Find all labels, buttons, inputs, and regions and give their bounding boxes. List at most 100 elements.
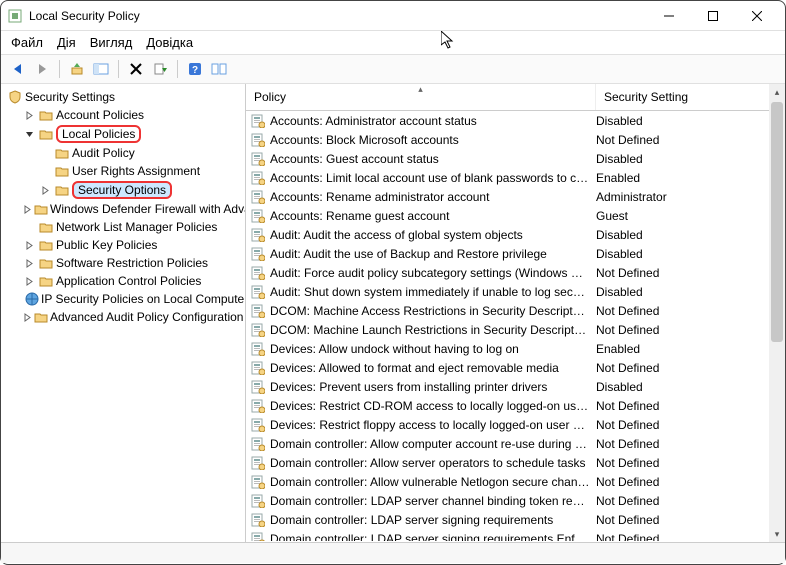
menu-view[interactable]: Вигляд [90,35,133,50]
policy-row[interactable]: Accounts: Limit local account use of bla… [246,168,785,187]
show-tree-button[interactable] [90,58,112,80]
chevron-right-icon[interactable] [23,239,36,252]
tree-label: Application Control Policies [56,274,201,288]
policy-icon [250,512,266,528]
vertical-scrollbar[interactable]: ▴ ▾ [769,84,785,542]
tree-item-account-policies[interactable]: Account Policies [21,106,245,124]
delete-button[interactable] [125,58,147,80]
policy-icon [250,436,266,452]
chevron-right-icon[interactable] [39,184,52,197]
chevron-right-icon[interactable] [23,109,36,122]
policy-icon [250,341,266,357]
properties-button[interactable] [208,58,230,80]
maximize-button[interactable] [691,1,735,31]
policy-row[interactable]: Devices: Restrict CD-ROM access to local… [246,396,785,415]
chevron-right-icon[interactable] [23,275,36,288]
back-button[interactable] [7,58,29,80]
tree-item-network-list-manager-policies[interactable]: Network List Manager Policies [21,218,245,236]
help-button[interactable]: ? [184,58,206,80]
tree-label: Public Key Policies [56,238,157,252]
close-button[interactable] [735,1,779,31]
policy-row[interactable]: Domain controller: LDAP server signing r… [246,529,785,541]
tree-item-application-control-policies[interactable]: Application Control Policies [21,272,245,290]
policy-icon [250,170,266,186]
policy-row[interactable]: Devices: Prevent users from installing p… [246,377,785,396]
policy-name: Audit: Shut down system immediately if u… [270,285,596,299]
scroll-down-button[interactable]: ▾ [769,526,785,542]
policy-icon [250,113,266,129]
scroll-up-button[interactable]: ▴ [769,84,785,100]
policy-row[interactable]: Domain controller: LDAP server signing r… [246,510,785,529]
policy-setting: Disabled [596,285,781,299]
policy-setting: Not Defined [596,361,781,375]
policy-row[interactable]: DCOM: Machine Access Restrictions in Sec… [246,301,785,320]
chevron-down-icon[interactable] [23,128,36,141]
minimize-button[interactable] [647,1,691,31]
policy-row[interactable]: Domain controller: Allow server operator… [246,453,785,472]
policy-setting: Not Defined [596,418,781,432]
tree-item-user-rights-assignment[interactable]: User Rights Assignment [37,162,245,180]
tree-root-security-settings[interactable]: Security Settings [5,88,245,106]
policy-name: Audit: Force audit policy subcategory se… [270,266,596,280]
menu-file[interactable]: Файл [11,35,43,50]
policy-icon [250,227,266,243]
column-header-security-setting[interactable]: Security Setting [596,84,785,110]
tree-item-ip-security-policies[interactable]: IP Security Policies on Local Compute [21,290,245,308]
policy-row[interactable]: DCOM: Machine Launch Restrictions in Sec… [246,320,785,339]
column-header-policy[interactable]: ▴ Policy [246,84,596,110]
policy-name: Domain controller: LDAP server signing r… [270,513,596,527]
window-title: Local Security Policy [29,9,140,23]
menu-action[interactable]: Дія [57,35,76,50]
tree-item-security-options[interactable]: Security Options [37,180,245,200]
tree-label: Local Policies [56,125,141,143]
policy-row[interactable]: Accounts: Administrator account statusDi… [246,111,785,130]
policy-setting: Disabled [596,380,781,394]
policy-icon [250,151,266,167]
menu-help[interactable]: Довідка [146,35,193,50]
tree-item-audit-policy[interactable]: Audit Policy [37,144,245,162]
tree-item-software-restriction-policies[interactable]: Software Restriction Policies [21,254,245,272]
policy-setting: Disabled [596,228,781,242]
folder-icon [54,145,70,161]
policy-row[interactable]: Domain controller: Allow computer accoun… [246,434,785,453]
folder-icon [54,182,70,198]
policy-row[interactable]: Devices: Allow undock without having to … [246,339,785,358]
policy-name: Accounts: Rename guest account [270,209,596,223]
separator [177,60,178,78]
folder-icon [38,107,54,123]
policy-row[interactable]: Domain controller: LDAP server channel b… [246,491,785,510]
folder-icon [38,237,54,253]
chevron-right-icon[interactable] [23,311,32,324]
tree-item-public-key-policies[interactable]: Public Key Policies [21,236,245,254]
chevron-right-icon[interactable] [23,203,32,216]
policy-icon [250,493,266,509]
folder-icon [38,126,54,142]
policy-row[interactable]: Audit: Audit the use of Backup and Resto… [246,244,785,263]
policy-name: Devices: Allow undock without having to … [270,342,596,356]
up-button[interactable] [66,58,88,80]
toolbar: ? [1,55,785,84]
policy-setting: Not Defined [596,266,781,280]
tree-item-local-policies[interactable]: Local Policies [21,124,245,144]
policy-row[interactable]: Devices: Allowed to format and eject rem… [246,358,785,377]
policy-row[interactable]: Audit: Force audit policy subcategory se… [246,263,785,282]
policy-row[interactable]: Accounts: Block Microsoft accountsNot De… [246,130,785,149]
forward-button[interactable] [31,58,53,80]
policy-row[interactable]: Domain controller: Allow vulnerable Netl… [246,472,785,491]
tree-item-windows-defender-firewall[interactable]: Windows Defender Firewall with Adva [21,200,245,218]
policy-row[interactable]: Devices: Restrict floppy access to local… [246,415,785,434]
export-button[interactable] [149,58,171,80]
policy-icon [250,284,266,300]
tree-item-advanced-audit-policy-configuration[interactable]: Advanced Audit Policy Configuration [21,308,245,326]
chevron-right-icon[interactable] [23,257,36,270]
policy-row[interactable]: Audit: Shut down system immediately if u… [246,282,785,301]
tree-pane: Security Settings Account Policies Local… [1,84,246,542]
policy-row[interactable]: Audit: Audit the access of global system… [246,225,785,244]
tree-label: User Rights Assignment [72,164,200,178]
list-pane: ▴ Policy Security Setting Accounts: Admi… [246,84,785,542]
policy-row[interactable]: Accounts: Guest account statusDisabled [246,149,785,168]
policy-row[interactable]: Accounts: Rename administrator accountAd… [246,187,785,206]
policy-name: Devices: Prevent users from installing p… [270,380,596,394]
scroll-thumb[interactable] [771,102,783,342]
policy-row[interactable]: Accounts: Rename guest accountGuest [246,206,785,225]
